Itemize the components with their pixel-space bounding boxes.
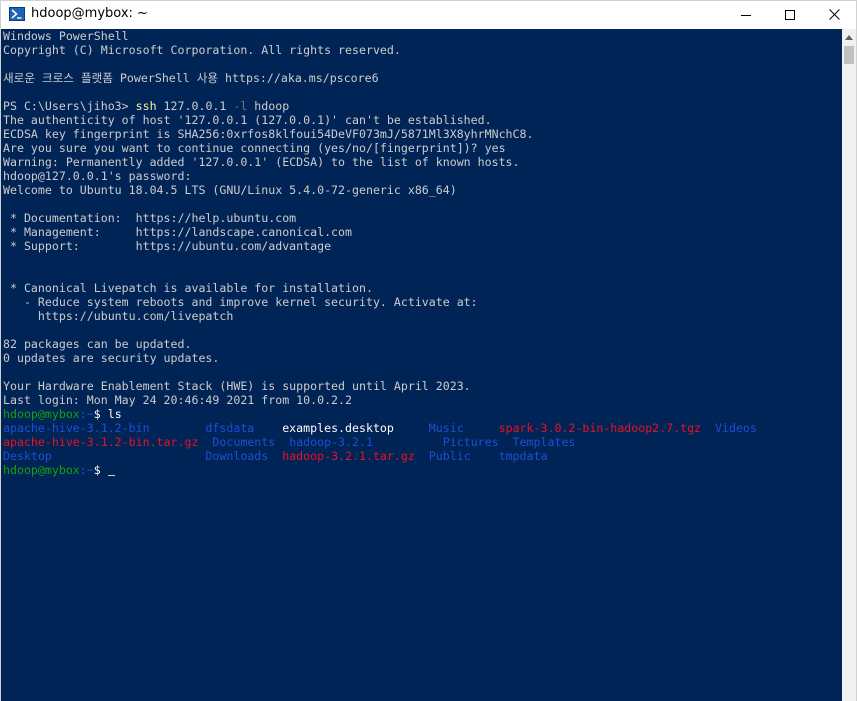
terminal-line: hdoop@mybox:~$ ls <box>3 407 757 421</box>
terminal-text-segment: Documents hadoop-3.2.1 <box>212 435 373 449</box>
terminal-line: 0 updates are security updates. <box>3 351 757 365</box>
terminal-text-segment: * Canonical Livepatch is available for i… <box>3 281 373 295</box>
maximize-icon <box>785 9 795 20</box>
terminal-text: Windows PowerShell Copyright (C) Microsof… <box>3 29 757 477</box>
terminal-text-segment: hadoop-3.2.1.tar.gz <box>282 449 415 463</box>
close-icon <box>828 9 840 20</box>
terminal-text-segment: Pictures Templates <box>442 435 576 449</box>
terminal-text-segment: 새로운 크로스 플랫폼 PowerShell 사용 https://aka.ms… <box>3 71 379 85</box>
terminal-line: ECDSA key fingerprint is SHA256:0xrfos8k… <box>3 127 757 141</box>
terminal-line: Are you sure you want to continue connec… <box>3 141 757 155</box>
terminal-text-segment: -l <box>233 99 248 113</box>
terminal-text-segment: 127.0.0.1 <box>156 99 234 113</box>
terminal-text-segment: * Support: https://ubuntu.com/advantage <box>3 239 332 253</box>
terminal-text-segment: examples.desktop <box>282 421 394 435</box>
terminal-text-segment: * Management: https://landscape.canonica… <box>3 225 353 239</box>
terminal-line: * Canonical Livepatch is available for i… <box>3 281 757 295</box>
terminal-text-segment: Public tmpdata <box>428 449 548 463</box>
terminal-text-segment: Last login: Mon May 24 20:46:49 2021 fro… <box>3 393 353 407</box>
terminal-text-segment: Desktop Downloads <box>3 449 283 463</box>
powershell-icon <box>9 6 25 22</box>
terminal-line: Windows PowerShell <box>3 29 757 43</box>
window-title: hdoop@mybox: ~ <box>31 6 148 21</box>
terminal-text-segment: apache-hive-3.1.2-bin.tar.gz <box>3 435 199 449</box>
terminal-line: Desktop Downloads hadoop-3.2.1.tar.gz Pu… <box>3 449 757 463</box>
terminal-text-segment: Copyright (C) Microsoft Corporation. All… <box>3 43 401 57</box>
terminal-text-segment: The authenticity of host '127.0.0.1 (127… <box>3 113 492 127</box>
terminal-window: hdoop@mybox: ~ Windows PowerShell Copyrig… <box>0 0 857 701</box>
terminal-line: * Support: https://ubuntu.com/advantage <box>3 239 757 253</box>
terminal-line: 새로운 크로스 플랫폼 PowerShell 사용 https://aka.ms… <box>3 71 757 85</box>
terminal-line: Copyright (C) Microsoft Corporation. All… <box>3 43 757 57</box>
terminal-line: Warning: Permanently added '127.0.0.1' (… <box>3 155 757 169</box>
terminal-text-segment: hdoop@mybox <box>3 463 80 477</box>
terminal-text-segment: Warning: Permanently added '127.0.0.1' (… <box>3 155 520 169</box>
terminal-text-segment: PS C:\Users\jiho3> <box>3 99 136 113</box>
terminal-text-segment: Videos <box>715 421 757 435</box>
title-bar[interactable]: hdoop@mybox: ~ <box>1 1 856 28</box>
terminal-text-segment: 0 updates are security updates. <box>3 351 220 365</box>
terminal-text-segment: hdoop@mybox <box>3 407 80 421</box>
terminal-text-segment: Music <box>428 421 464 435</box>
terminal-text-segment: Windows PowerShell <box>3 29 129 43</box>
maximize-button[interactable] <box>767 1 813 28</box>
terminal-text-segment: :~ <box>79 407 94 421</box>
terminal-line: * Documentation: https://help.ubuntu.com <box>3 211 757 225</box>
terminal-text-segment: Welcome to Ubuntu 18.04.5 LTS (GNU/Linux… <box>3 183 457 197</box>
terminal-text-segment: * Documentation: https://help.ubuntu.com <box>3 211 297 225</box>
terminal-line: PS C:\Users\jiho3> ssh 127.0.0.1 -l hdoo… <box>3 99 757 113</box>
terminal-text-segment: https://ubuntu.com/livepatch <box>3 309 234 323</box>
terminal-text-segment: ECDSA key fingerprint is SHA256:0xrfos8k… <box>3 127 534 141</box>
terminal-text-segment: $ ls <box>93 407 122 421</box>
terminal-line: * Management: https://landscape.canonica… <box>3 225 757 239</box>
terminal-text-segment: Are you sure you want to continue connec… <box>3 141 506 155</box>
terminal-line: - Reduce system reboots and improve kern… <box>3 295 757 309</box>
terminal-text-segment: 82 packages can be updated. <box>3 337 192 351</box>
terminal-text-segment: Your Hardware Enablement Stack (HWE) is … <box>3 379 471 393</box>
terminal-line: Welcome to Ubuntu 18.04.5 LTS (GNU/Linux… <box>3 183 757 197</box>
scroll-up-button[interactable] <box>842 29 856 43</box>
terminal-line: Last login: Mon May 24 20:46:49 2021 fro… <box>3 393 757 407</box>
terminal-text-segment: hdoop@127.0.0.1's password: <box>3 169 192 183</box>
terminal-cursor <box>107 475 115 476</box>
terminal-line: The authenticity of host '127.0.0.1 (127… <box>3 113 757 127</box>
terminal-text-segment: - Reduce system reboots and improve kern… <box>3 295 478 309</box>
terminal-text-segment: ssh <box>135 99 157 113</box>
terminal-line: apache-hive-3.1.2-bin dfsdata examples.d… <box>3 421 757 435</box>
terminal-line: https://ubuntu.com/livepatch <box>3 309 757 323</box>
terminal-output[interactable]: Windows PowerShell Copyright (C) Microsof… <box>1 29 842 701</box>
terminal-text-segment: :~ <box>79 463 94 477</box>
minimize-icon <box>741 10 751 20</box>
close-button[interactable] <box>811 1 857 28</box>
terminal-line: Your Hardware Enablement Stack (HWE) is … <box>3 379 757 393</box>
terminal-text-segment: hdoop <box>247 99 290 113</box>
minimize-button[interactable] <box>723 1 769 28</box>
terminal-line: apache-hive-3.1.2-bin.tar.gz Documents h… <box>3 435 757 449</box>
scroll-up-arrow-icon <box>845 27 853 45</box>
terminal-line: hdoop@mybox:~$ <box>3 463 757 477</box>
terminal-text-segment: spark-3.0.2-bin-hadoop2.7.tgz <box>498 421 702 435</box>
vertical-scrollbar[interactable] <box>842 29 856 701</box>
terminal-line: hdoop@127.0.0.1's password: <box>3 169 757 183</box>
terminal-text-segment: apache-hive-3.1.2-bin dfsdata <box>3 421 283 435</box>
scrollbar-thumb[interactable] <box>844 46 854 64</box>
terminal-text-segment: $ <box>93 463 108 477</box>
terminal-line: 82 packages can be updated. <box>3 337 757 351</box>
